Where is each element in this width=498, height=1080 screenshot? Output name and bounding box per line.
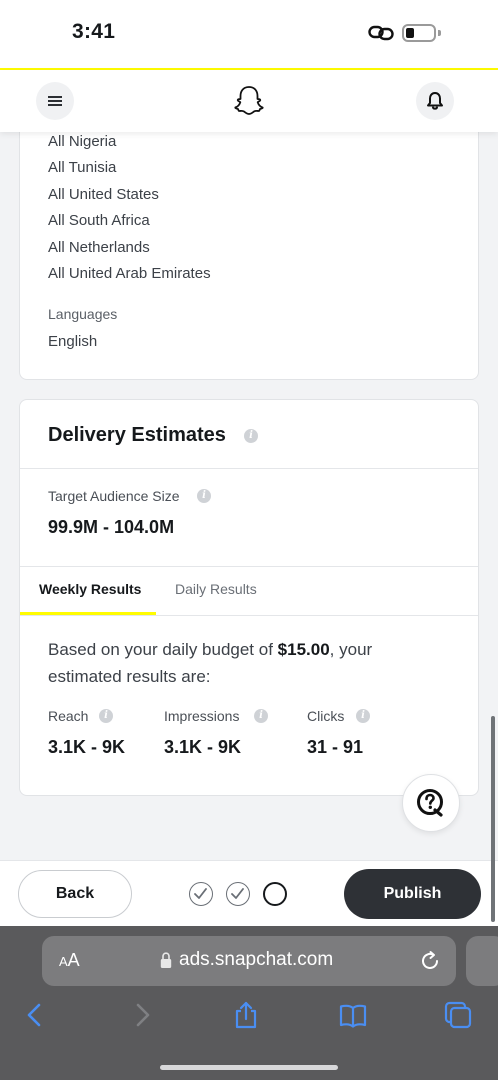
- url-text: ads.snapchat.com: [179, 949, 334, 970]
- info-icon[interactable]: i: [244, 429, 258, 443]
- notifications-button[interactable]: [416, 82, 454, 120]
- divider: [20, 615, 478, 616]
- battery-icon: [402, 24, 436, 42]
- back-button[interactable]: Back: [18, 870, 132, 918]
- share-icon[interactable]: [231, 1000, 261, 1030]
- metric-value-impressions: 3.1K - 9K: [164, 737, 242, 757]
- metric-value-reach: 3.1K - 9K: [48, 737, 126, 757]
- budget-amount: $15.00: [277, 640, 330, 659]
- status-time: 3:41: [72, 20, 116, 43]
- back-icon[interactable]: [20, 1000, 50, 1030]
- metric-value-clicks: 31 - 91: [307, 737, 364, 757]
- forward-icon[interactable]: [127, 1000, 157, 1030]
- location-item: All Tunisia: [48, 159, 117, 176]
- location-item: All United Arab Emirates: [48, 265, 211, 282]
- help-question-icon: [417, 789, 443, 817]
- bottom-action-bar: Back Publish: [0, 860, 498, 926]
- languages-value: English: [48, 333, 98, 350]
- hamburger-icon: [48, 96, 62, 106]
- address-bar[interactable]: AAAA ads.snapchat.com: [42, 936, 456, 986]
- link-icon: [368, 25, 394, 41]
- location-item: All South Africa: [48, 212, 150, 229]
- top-nav: [0, 70, 498, 132]
- delivery-estimates-card: Delivery Estimates i Target Audience Siz…: [19, 399, 479, 796]
- step-indicator-current: [263, 882, 287, 906]
- browser-chrome: AAAA ads.snapchat.com: [0, 926, 498, 1080]
- divider: [20, 468, 478, 469]
- metric-label-clicks: Clicks: [307, 708, 345, 724]
- reload-icon[interactable]: [418, 949, 442, 973]
- budget-description: Based on your daily budget of $15.00, yo…: [48, 640, 373, 686]
- step-indicator-done: [189, 882, 213, 906]
- lock-icon: [160, 952, 172, 968]
- delivery-estimates-title: Delivery Estimates: [48, 424, 226, 446]
- location-item: All Nigeria: [48, 133, 117, 150]
- tabs-icon[interactable]: [443, 1000, 473, 1030]
- targeting-summary-card: All Nigeria All Tunisia All United State…: [19, 100, 479, 380]
- location-item: All Netherlands: [48, 239, 150, 256]
- text-size-button[interactable]: AAAA: [59, 950, 80, 971]
- divider: [20, 566, 478, 567]
- target-audience-value: 99.9M - 104.0M: [48, 517, 175, 537]
- target-audience-label: Target Audience Size: [48, 488, 180, 504]
- info-icon[interactable]: i: [356, 709, 370, 723]
- info-icon[interactable]: i: [254, 709, 268, 723]
- battery-tip: [438, 30, 441, 36]
- publish-button[interactable]: Publish: [344, 869, 481, 919]
- bell-icon: [427, 92, 443, 110]
- help-button[interactable]: [402, 774, 460, 832]
- next-tab-preview[interactable]: [466, 936, 498, 986]
- tab-daily-results[interactable]: Daily Results: [175, 581, 257, 597]
- location-item: All United States: [48, 186, 159, 203]
- info-icon[interactable]: i: [99, 709, 113, 723]
- info-icon[interactable]: i: [197, 489, 211, 503]
- tab-weekly-results[interactable]: Weekly Results: [39, 581, 141, 597]
- check-icon: [194, 888, 207, 899]
- bookmarks-icon[interactable]: [338, 1000, 368, 1030]
- step-indicator-done: [226, 882, 250, 906]
- metric-label-reach: Reach: [48, 708, 89, 724]
- scrollbar[interactable]: [491, 716, 495, 922]
- home-indicator: [160, 1065, 338, 1070]
- snapchat-ghost-icon[interactable]: [232, 84, 266, 118]
- metric-label-impressions: Impressions: [164, 708, 240, 724]
- status-bar: 3:41: [0, 0, 498, 68]
- languages-label: Languages: [48, 306, 118, 322]
- menu-button[interactable]: [36, 82, 74, 120]
- check-icon: [231, 888, 244, 899]
